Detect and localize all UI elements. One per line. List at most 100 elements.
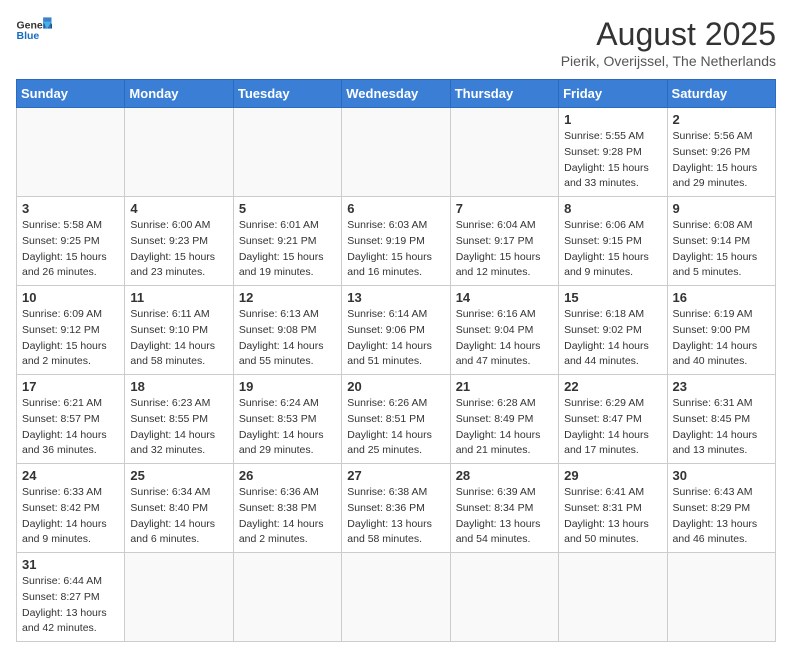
col-header-tuesday: Tuesday (233, 80, 341, 108)
logo: General Blue (16, 16, 52, 44)
day-cell: 8 Sunrise: 6:06 AM Sunset: 9:15 PM Daylig… (559, 197, 667, 286)
day-info: Sunrise: 6:21 AM Sunset: 8:57 PM Dayligh… (22, 396, 119, 459)
day-number: 15 (564, 290, 661, 305)
day-cell (559, 553, 667, 642)
day-info: Sunrise: 6:06 AM Sunset: 9:15 PM Dayligh… (564, 218, 661, 281)
week-row-4: 17 Sunrise: 6:21 AM Sunset: 8:57 PM Dayli… (17, 375, 776, 464)
day-cell: 24 Sunrise: 6:33 AM Sunset: 8:42 PM Dayli… (17, 464, 125, 553)
day-cell: 11Sunrise: 6:11 AM Sunset: 9:10 PM Dayli… (125, 286, 233, 375)
day-number: 17 (22, 379, 119, 394)
day-cell (17, 108, 125, 197)
day-cell: 14Sunrise: 6:16 AM Sunset: 9:04 PM Dayli… (450, 286, 558, 375)
day-cell: 30Sunrise: 6:43 AM Sunset: 8:29 PM Dayli… (667, 464, 775, 553)
day-number: 12 (239, 290, 336, 305)
day-info: Sunrise: 6:43 AM Sunset: 8:29 PM Dayligh… (673, 485, 770, 548)
day-number: 20 (347, 379, 444, 394)
day-cell: 4 Sunrise: 6:00 AM Sunset: 9:23 PM Daylig… (125, 197, 233, 286)
day-number: 26 (239, 468, 336, 483)
day-cell: 25 Sunrise: 6:34 AM Sunset: 8:40 PM Dayli… (125, 464, 233, 553)
day-number: 6 (347, 201, 444, 216)
day-info: Sunrise: 6:38 AM Sunset: 8:36 PM Dayligh… (347, 485, 444, 548)
day-cell (342, 108, 450, 197)
day-number: 25 (130, 468, 227, 483)
day-info: Sunrise: 6:31 AM Sunset: 8:45 PM Dayligh… (673, 396, 770, 459)
day-cell: 27 Sunrise: 6:38 AM Sunset: 8:36 PM Dayli… (342, 464, 450, 553)
day-info: Sunrise: 6:19 AM Sunset: 9:00 PM Dayligh… (673, 307, 770, 370)
day-cell: 13Sunrise: 6:14 AM Sunset: 9:06 PM Dayli… (342, 286, 450, 375)
day-info: Sunrise: 6:08 AM Sunset: 9:14 PM Dayligh… (673, 218, 770, 281)
day-number: 14 (456, 290, 553, 305)
day-number: 16 (673, 290, 770, 305)
day-info: Sunrise: 6:41 AM Sunset: 8:31 PM Dayligh… (564, 485, 661, 548)
day-number: 24 (22, 468, 119, 483)
location-subtitle: Pierik, Overijssel, The Netherlands (561, 53, 776, 69)
day-number: 5 (239, 201, 336, 216)
day-cell: 19Sunrise: 6:24 AM Sunset: 8:53 PM Dayli… (233, 375, 341, 464)
col-header-thursday: Thursday (450, 80, 558, 108)
day-cell: 21Sunrise: 6:28 AM Sunset: 8:49 PM Dayli… (450, 375, 558, 464)
col-header-sunday: Sunday (17, 80, 125, 108)
title-area: August 2025 Pierik, Overijssel, The Neth… (561, 16, 776, 69)
day-cell: 3Sunrise: 5:58 AM Sunset: 9:25 PM Daylig… (17, 197, 125, 286)
day-info: Sunrise: 6:36 AM Sunset: 8:38 PM Dayligh… (239, 485, 336, 548)
logo-icon: General Blue (16, 16, 52, 44)
day-info: Sunrise: 6:18 AM Sunset: 9:02 PM Dayligh… (564, 307, 661, 370)
day-number: 23 (673, 379, 770, 394)
day-cell (125, 553, 233, 642)
days-of-week-row: SundayMondayTuesdayWednesdayThursdayFrid… (17, 80, 776, 108)
calendar-table: SundayMondayTuesdayWednesdayThursdayFrid… (16, 79, 776, 642)
day-info: Sunrise: 6:00 AM Sunset: 9:23 PM Dayligh… (130, 218, 227, 281)
svg-text:Blue: Blue (17, 30, 40, 42)
day-info: Sunrise: 6:29 AM Sunset: 8:47 PM Dayligh… (564, 396, 661, 459)
day-number: 1 (564, 112, 661, 127)
day-cell (450, 553, 558, 642)
day-info: Sunrise: 6:28 AM Sunset: 8:49 PM Dayligh… (456, 396, 553, 459)
day-number: 31 (22, 557, 119, 572)
day-cell: 28 Sunrise: 6:39 AM Sunset: 8:34 PM Dayli… (450, 464, 558, 553)
day-number: 29 (564, 468, 661, 483)
day-cell: 9 Sunrise: 6:08 AM Sunset: 9:14 PM Daylig… (667, 197, 775, 286)
day-cell: 5Sunrise: 6:01 AM Sunset: 9:21 PM Daylig… (233, 197, 341, 286)
day-info: Sunrise: 6:33 AM Sunset: 8:42 PM Dayligh… (22, 485, 119, 548)
col-header-friday: Friday (559, 80, 667, 108)
col-header-saturday: Saturday (667, 80, 775, 108)
day-cell (450, 108, 558, 197)
day-info: Sunrise: 5:55 AM Sunset: 9:28 PM Dayligh… (564, 129, 661, 192)
day-number: 8 (564, 201, 661, 216)
day-cell: 6Sunrise: 6:03 AM Sunset: 9:19 PM Daylig… (342, 197, 450, 286)
day-cell: 15 Sunrise: 6:18 AM Sunset: 9:02 PM Dayli… (559, 286, 667, 375)
day-number: 13 (347, 290, 444, 305)
day-cell: 17 Sunrise: 6:21 AM Sunset: 8:57 PM Dayli… (17, 375, 125, 464)
day-info: Sunrise: 6:24 AM Sunset: 8:53 PM Dayligh… (239, 396, 336, 459)
day-cell: 22 Sunrise: 6:29 AM Sunset: 8:47 PM Dayli… (559, 375, 667, 464)
day-cell: 20Sunrise: 6:26 AM Sunset: 8:51 PM Dayli… (342, 375, 450, 464)
week-row-1: 1 Sunrise: 5:55 AM Sunset: 9:28 PM Daylig… (17, 108, 776, 197)
day-cell: 29 Sunrise: 6:41 AM Sunset: 8:31 PM Dayli… (559, 464, 667, 553)
day-info: Sunrise: 6:23 AM Sunset: 8:55 PM Dayligh… (130, 396, 227, 459)
day-cell (233, 553, 341, 642)
day-info: Sunrise: 6:13 AM Sunset: 9:08 PM Dayligh… (239, 307, 336, 370)
day-cell: 18Sunrise: 6:23 AM Sunset: 8:55 PM Dayli… (125, 375, 233, 464)
day-cell (233, 108, 341, 197)
day-info: Sunrise: 5:56 AM Sunset: 9:26 PM Dayligh… (673, 129, 770, 192)
day-cell (342, 553, 450, 642)
month-title: August 2025 (561, 16, 776, 53)
day-number: 28 (456, 468, 553, 483)
week-row-2: 3Sunrise: 5:58 AM Sunset: 9:25 PM Daylig… (17, 197, 776, 286)
week-row-5: 24 Sunrise: 6:33 AM Sunset: 8:42 PM Dayli… (17, 464, 776, 553)
week-row-6: 31 Sunrise: 6:44 AM Sunset: 8:27 PM Dayli… (17, 553, 776, 642)
day-info: Sunrise: 6:44 AM Sunset: 8:27 PM Dayligh… (22, 574, 119, 637)
day-number: 10 (22, 290, 119, 305)
calendar-header: General Blue August 2025 Pierik, Overijs… (16, 16, 776, 69)
day-info: Sunrise: 6:34 AM Sunset: 8:40 PM Dayligh… (130, 485, 227, 548)
day-number: 7 (456, 201, 553, 216)
day-number: 11 (130, 290, 227, 305)
day-number: 22 (564, 379, 661, 394)
day-cell (125, 108, 233, 197)
day-number: 4 (130, 201, 227, 216)
day-info: Sunrise: 6:09 AM Sunset: 9:12 PM Dayligh… (22, 307, 119, 370)
day-info: Sunrise: 6:39 AM Sunset: 8:34 PM Dayligh… (456, 485, 553, 548)
day-cell: 26 Sunrise: 6:36 AM Sunset: 8:38 PM Dayli… (233, 464, 341, 553)
day-number: 27 (347, 468, 444, 483)
day-number: 9 (673, 201, 770, 216)
